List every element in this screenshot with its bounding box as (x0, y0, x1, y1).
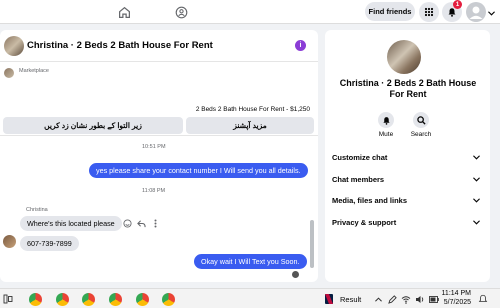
menu-grid-icon[interactable] (419, 2, 439, 22)
chat-scrollbar[interactable] (310, 220, 314, 268)
chat-window: Christina · 2 Beds 2 Bath House For Rent… (0, 30, 318, 282)
mlb-icon[interactable] (324, 294, 334, 304)
wifi-icon[interactable] (401, 294, 411, 304)
home-icon[interactable] (115, 3, 133, 21)
search-icon[interactable] (413, 112, 429, 128)
chrome-icon[interactable] (82, 293, 95, 306)
clock-time[interactable]: 11:14 PM (441, 290, 471, 297)
chrome-icon[interactable] (162, 293, 175, 306)
outgoing-message[interactable]: Okay wait I Will Text you Soon. (194, 254, 307, 269)
result-label[interactable]: Result (340, 295, 361, 304)
mark-pending-button[interactable]: زیر التوا کے بطور نشان زد کریں (3, 117, 183, 134)
search-label[interactable]: Search (406, 131, 436, 138)
groups-icon[interactable] (172, 3, 190, 21)
chevron-down-icon (473, 218, 480, 227)
mute-label[interactable]: Mute (371, 131, 401, 138)
chevron-down-icon (473, 196, 480, 205)
more-actions-icon[interactable] (150, 218, 160, 228)
notifications-center-icon[interactable] (478, 294, 488, 304)
seen-avatar (292, 271, 299, 278)
listing-thumbnail[interactable] (4, 36, 24, 56)
more-options-button[interactable]: مزید آپشنز (186, 117, 314, 134)
account-chevron-icon[interactable] (488, 9, 495, 18)
section-label: Customize chat (332, 153, 388, 162)
media-files-links-section[interactable]: Media, files and links (332, 196, 482, 212)
top-navigation-bar: Find friends 1 (0, 0, 500, 24)
chat-members-section[interactable]: Chat members (332, 175, 482, 191)
listing-photo[interactable] (387, 40, 421, 74)
section-label: Privacy & support (332, 218, 397, 227)
pen-icon[interactable] (387, 294, 397, 304)
chevron-down-icon (473, 175, 480, 184)
info-icon[interactable]: i (295, 40, 306, 51)
reply-icon[interactable] (136, 218, 146, 228)
timestamp: 10:51 PM (142, 144, 166, 150)
task-view-icon[interactable] (3, 294, 13, 304)
mute-bell-icon[interactable] (378, 112, 394, 128)
listing-title-price[interactable]: 2 Beds 2 Bath House For Rent - $1,250 (196, 106, 310, 113)
profile-avatar[interactable] (466, 2, 486, 22)
chat-header: Christina · 2 Beds 2 Bath House For Rent… (0, 30, 318, 62)
divider (0, 135, 318, 136)
customize-chat-section[interactable]: Customize chat (332, 153, 482, 169)
panel-title: Christina · 2 Beds 2 Bath House For Rent (339, 78, 477, 99)
chrome-icon[interactable] (109, 293, 122, 306)
speaker-icon[interactable] (415, 294, 425, 304)
sender-name: Christina (26, 207, 48, 213)
battery-icon[interactable] (429, 294, 439, 304)
marketplace-thumbnail (4, 68, 14, 78)
chat-title[interactable]: Christina · 2 Beds 2 Bath House For Rent (27, 40, 213, 51)
clock-date[interactable]: 5/7/2025 (441, 299, 471, 306)
chrome-icon[interactable] (136, 293, 149, 306)
windows-taskbar: Result 11:14 PM 5/7/2025 (0, 288, 500, 308)
chrome-icon[interactable] (56, 293, 69, 306)
section-label: Media, files and links (332, 196, 408, 205)
chrome-icon[interactable] (29, 293, 42, 306)
section-label: Chat members (332, 175, 385, 184)
chevron-down-icon (473, 153, 480, 162)
chat-details-panel: Christina · 2 Beds 2 Bath House For Rent… (325, 30, 490, 282)
chevron-up-icon[interactable] (373, 294, 383, 304)
privacy-support-section[interactable]: Privacy & support (332, 218, 482, 234)
incoming-message[interactable]: Where's this located please (20, 216, 122, 231)
find-friends-button[interactable]: Find friends (365, 2, 415, 21)
sender-avatar[interactable] (3, 235, 16, 248)
outgoing-message[interactable]: yes please share your contact number I W… (89, 163, 308, 178)
react-icon[interactable] (122, 218, 132, 228)
timestamp: 11:08 PM (142, 188, 166, 194)
notification-badge: 1 (453, 0, 462, 9)
marketplace-listing-card: Marketplace 2 Beds 2 Bath House For Rent… (0, 63, 318, 113)
incoming-message[interactable]: 607-739-7899 (20, 236, 79, 251)
marketplace-label: Marketplace (19, 68, 49, 74)
